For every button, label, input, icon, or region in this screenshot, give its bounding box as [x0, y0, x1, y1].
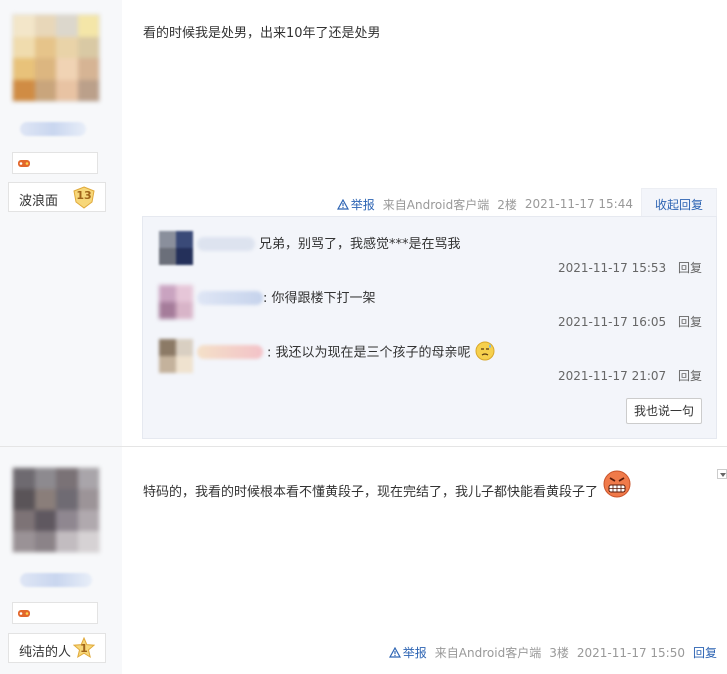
- post-time: 2021-11-17 15:44: [524, 197, 633, 211]
- level-badge-icon: 1: [73, 637, 95, 660]
- post-content: 特码的，我看的时候根本看不懂黄段子，现在完结了，我儿子都快能看黄段子了: [143, 470, 632, 503]
- level-badge-icon: 13: [73, 186, 95, 209]
- author-avatar[interactable]: [12, 14, 100, 102]
- author-name-blurred[interactable]: [20, 122, 86, 136]
- comment-time: 2021-11-17 16:05: [558, 315, 667, 329]
- level-name: 波浪面: [19, 194, 59, 209]
- author-sidebar: 纯洁的人 1: [0, 447, 122, 674]
- client-source: 来自Android客户端: [383, 196, 489, 213]
- comment-list: 兄弟，别骂了，我感觉***是在骂我 2021-11-17 15:53 回复 : …: [142, 216, 717, 439]
- comment-text: 兄弟，别骂了，我感觉***是在骂我: [259, 237, 461, 252]
- client-source: 来自Android客户端: [434, 646, 542, 660]
- author-name-blurred[interactable]: [20, 573, 92, 587]
- comment-meta: 2021-11-17 21:07 回复: [558, 367, 702, 384]
- commenter-name-blurred[interactable]: [197, 237, 255, 251]
- comment-time: 2021-11-17 15:53: [558, 261, 667, 275]
- author-icon-row: [12, 152, 98, 174]
- comment-text-body: : 我还以为现在是三个孩子的母亲呢: [267, 345, 471, 361]
- report-link[interactable]: 举报: [336, 196, 375, 213]
- comment-reply-link[interactable]: 回复: [678, 261, 702, 275]
- level-badge[interactable]: 纯洁的人 1: [8, 633, 106, 663]
- comment-item: : 你得跟楼下打一架 2021-11-17 16:05 回复: [157, 285, 702, 335]
- comment-time: 2021-11-17 21:07: [558, 369, 667, 383]
- comment-text: : 我还以为现在是三个孩子的母亲呢: [267, 341, 495, 365]
- report-link[interactable]: 举报: [388, 644, 427, 661]
- angry-grin-emoji-icon: [602, 469, 632, 503]
- author-sidebar: 波浪面 13: [0, 0, 122, 446]
- floor-number: 3楼: [549, 646, 569, 660]
- warning-triangle-icon: [388, 647, 401, 658]
- report-label: 举报: [350, 197, 375, 212]
- post-time: 2021-11-17 15:50: [576, 645, 685, 660]
- level-number: 13: [76, 189, 92, 202]
- comment-item: 兄弟，别骂了，我感觉***是在骂我 2021-11-17 15:53 回复: [157, 231, 702, 281]
- level-name: 纯洁的人: [19, 645, 72, 660]
- add-comment-button[interactable]: 我也说一句: [626, 398, 702, 424]
- commenter-avatar[interactable]: [159, 285, 193, 319]
- level-number: 1: [80, 642, 88, 655]
- level-badge[interactable]: 波浪面 13: [8, 182, 106, 212]
- commenter-name-blurred[interactable]: [197, 345, 263, 359]
- comment-reply-link[interactable]: 回复: [678, 315, 702, 329]
- comment-meta: 2021-11-17 15:53 回复: [558, 259, 702, 276]
- post-content: 看的时候我是处男，出来10年了还是处男: [143, 26, 381, 41]
- commenter-avatar[interactable]: [159, 231, 193, 265]
- post-floor-2: 波浪面 13 看的时候我是处男，出来10年了还是处男 举报 来自Android客…: [0, 0, 727, 446]
- author-icon-row: [12, 602, 98, 624]
- client-source-text: 来自Android客户端: [382, 197, 490, 212]
- post-floor-3: 纯洁的人 1 特码的，我看的时候根本看不懂黄段子，现在完结了，我儿子都快能看黄段…: [0, 447, 727, 674]
- comment-reply-link[interactable]: 回复: [678, 369, 702, 383]
- sweat-emoji-icon: [475, 341, 495, 365]
- post-tail: 举报 来自Android客户端 3楼 2021-11-17 15:50 回复: [388, 644, 717, 661]
- commenter-avatar[interactable]: [159, 339, 193, 373]
- warning-triangle-icon: [336, 198, 349, 210]
- post-content-text: 特码的，我看的时候根本看不懂黄段子，现在完结了，我儿子都快能看黄段子了: [143, 485, 599, 500]
- comment-item: : 我还以为现在是三个孩子的母亲呢 2021-11-17 21:07 回复: [157, 339, 702, 389]
- floor-number: 2楼: [497, 197, 517, 212]
- commenter-name-blurred[interactable]: [197, 291, 263, 305]
- comment-text: : 你得跟楼下打一架: [263, 291, 376, 306]
- comment-meta: 2021-11-17 16:05 回复: [558, 313, 702, 330]
- dropdown-arrow-icon[interactable]: [717, 469, 727, 479]
- game-controller-icon[interactable]: [17, 606, 31, 620]
- report-label: 举报: [402, 646, 427, 660]
- author-avatar[interactable]: [12, 467, 100, 553]
- game-controller-icon[interactable]: [17, 156, 31, 170]
- reply-link[interactable]: 回复: [693, 644, 717, 661]
